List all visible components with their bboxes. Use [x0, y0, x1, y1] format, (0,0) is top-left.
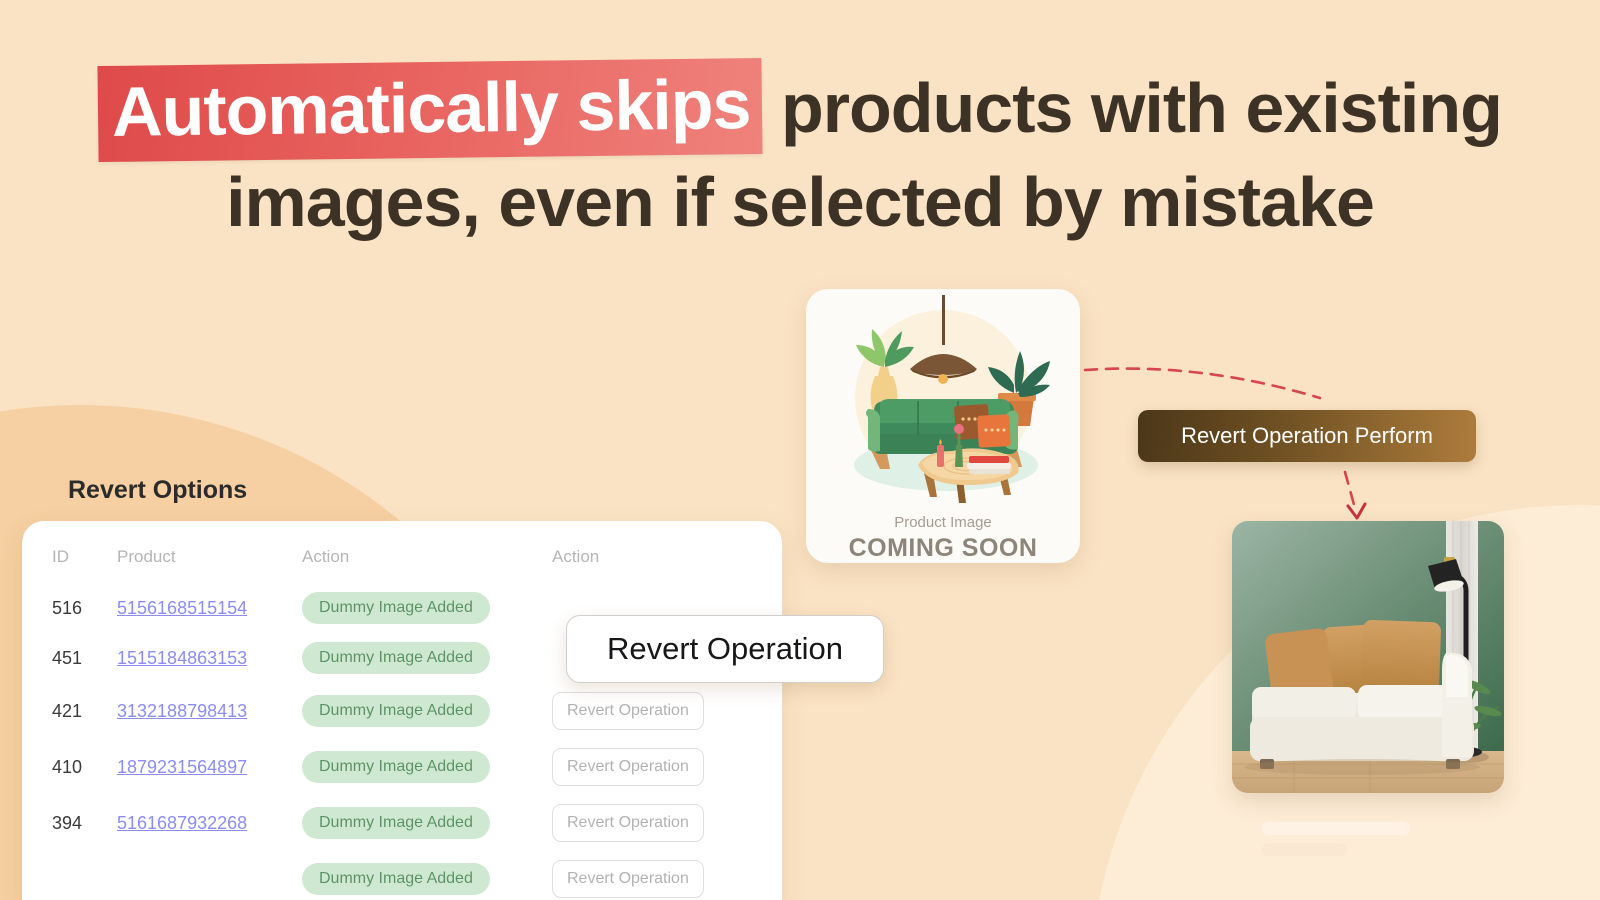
cell-product: 1515184863153 — [117, 633, 302, 683]
revert-options-table-card: ID Product Action Action 516 515616851515… — [22, 521, 782, 900]
status-badge: Dummy Image Added — [302, 863, 490, 895]
status-badge: Dummy Image Added — [302, 592, 490, 624]
photo-placeholder-bar-1 — [1262, 822, 1410, 835]
revert-operation-button[interactable]: Revert Operation — [552, 692, 704, 730]
cell-action: Revert Operation — [552, 683, 782, 739]
cell-product: 5156168515154 — [117, 583, 302, 633]
headline-rest: products with existing — [762, 69, 1503, 147]
sofa-product-photo — [1232, 521, 1504, 793]
table-row: 410 1879231564897 Dummy Image Added Revert … — [22, 739, 782, 795]
column-header-id: ID — [52, 547, 69, 566]
headline-highlight: Automatically skips — [97, 57, 764, 163]
status-badge: Dummy Image Added — [302, 642, 490, 674]
cell-status: Dummy Image Added — [302, 583, 552, 633]
cell-id: 410 — [52, 756, 83, 777]
cell-id — [22, 851, 117, 900]
table-row: Dummy Image Added Revert Operation — [22, 851, 782, 900]
cell-id: 451 — [52, 647, 83, 668]
table-row: 394 5161687932268 Dummy Image Added Revert … — [22, 795, 782, 851]
status-badge: Dummy Image Added — [302, 695, 490, 727]
cell-status: Dummy Image Added — [302, 739, 552, 795]
coming-soon-card: Product Image COMING SOON — [806, 289, 1080, 563]
revert-operation-button[interactable]: Revert Operation — [552, 860, 704, 898]
table-header-row: ID Product Action Action — [22, 521, 782, 583]
revert-options-table: ID Product Action Action 516 515616851515… — [22, 521, 782, 900]
cell-status: Dummy Image Added — [302, 633, 552, 683]
cell-product: 3132188798413 — [117, 683, 302, 739]
living-room-sofa-illustration — [854, 295, 1050, 503]
product-link[interactable]: 3132188798413 — [117, 701, 247, 721]
product-link[interactable]: 1515184863153 — [117, 648, 247, 668]
cell-product: 1879231564897 — [117, 739, 302, 795]
table-row: 421 3132188798413 Dummy Image Added Revert … — [22, 683, 782, 739]
cell-id: 394 — [52, 812, 83, 833]
revert-operation-button[interactable]: Revert Operation — [552, 804, 704, 842]
product-link[interactable]: 5161687932268 — [117, 813, 247, 833]
cell-status: Dummy Image Added — [302, 795, 552, 851]
page-title: Automatically skips products with existi… — [0, 57, 1600, 246]
status-badge: Dummy Image Added — [302, 807, 490, 839]
coming-soon-caption-small: Product Image — [894, 514, 992, 531]
coming-soon-caption-large: COMING SOON — [848, 534, 1038, 562]
dashed-down-arrow-icon — [1343, 470, 1367, 520]
cell-action: Revert Operation — [552, 795, 782, 851]
panel-title: Revert Options — [68, 476, 248, 504]
cell-product: 5161687932268 — [117, 795, 302, 851]
headline-line-2: images, even if selected by mistake — [226, 163, 1375, 241]
revert-operation-perform-badge[interactable]: Revert Operation Perform — [1138, 410, 1476, 462]
photo-placeholder-bar-2 — [1262, 843, 1347, 856]
cell-id: 421 — [52, 700, 83, 721]
cell-action: Revert Operation — [552, 739, 782, 795]
poster-stage: Automatically skips products with existi… — [0, 0, 1600, 900]
cell-action: Revert Operation — [552, 851, 782, 900]
cell-id: 516 — [52, 597, 83, 618]
column-header-product: Product — [117, 547, 176, 566]
column-header-action: Action — [302, 547, 350, 566]
column-header-action-2: Action — [552, 547, 600, 566]
revert-operation-button[interactable]: Revert Operation — [552, 748, 704, 786]
cell-status: Dummy Image Added — [302, 683, 552, 739]
revert-operation-button-focused[interactable]: Revert Operation — [566, 615, 884, 683]
cell-product — [117, 851, 302, 900]
cell-status: Dummy Image Added — [302, 851, 552, 900]
product-link[interactable]: 5156168515154 — [117, 598, 247, 618]
dashed-curve-arrow-icon — [1083, 367, 1322, 400]
product-link[interactable]: 1879231564897 — [117, 757, 247, 777]
status-badge: Dummy Image Added — [302, 751, 490, 783]
sofa-photo-render — [1232, 521, 1504, 793]
